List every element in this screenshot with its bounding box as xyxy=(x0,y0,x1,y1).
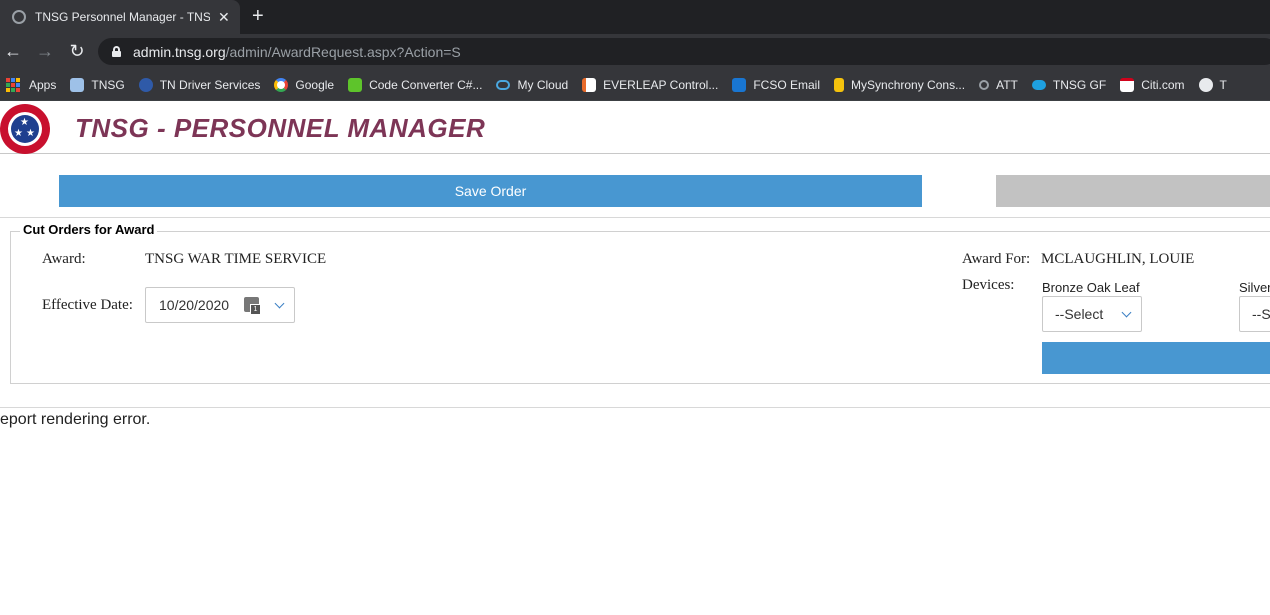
url-path: /admin/AwardRequest.aspx?Action=S xyxy=(225,43,461,60)
forward-arrow-icon[interactable]: → xyxy=(34,40,56,62)
tab-title: TNSG Personnel Manager - TNSG xyxy=(35,10,210,24)
bronze-oak-leaf-label: Bronze Oak Leaf xyxy=(1042,280,1140,295)
new-tab-plus-icon[interactable]: + xyxy=(252,5,264,27)
award-for-value: MCLAUGHLIN, LOUIE xyxy=(1041,251,1195,267)
page-icon xyxy=(70,77,85,92)
bookmark-label: FCSO Email xyxy=(753,77,821,92)
bookmark-label: Code Converter C#... xyxy=(369,77,483,92)
page-header: ★ ★ ★ TNSG - PERSONNEL MANAGER xyxy=(0,102,1270,154)
salesforce-icon xyxy=(1031,79,1046,90)
bookmark-label: Apps xyxy=(29,77,57,92)
bookmark-tnsg-gf[interactable]: TNSG GF xyxy=(1031,77,1107,92)
silver-label: Silver xyxy=(1239,280,1270,295)
reload-icon[interactable]: ↻ xyxy=(66,40,88,62)
bookmark-label: TNSG xyxy=(91,77,125,92)
bookmark-my-cloud[interactable]: My Cloud xyxy=(496,78,568,92)
bookmark-label: MySynchrony Cons... xyxy=(851,77,966,92)
outlook-icon xyxy=(732,77,747,92)
tab-favicon-globe-icon xyxy=(12,10,26,24)
bookmark-everleap[interactable]: EVERLEAP Control... xyxy=(582,77,719,92)
calendar-icon[interactable] xyxy=(244,297,261,315)
bronze-oak-leaf-select[interactable]: --Select xyxy=(1042,296,1142,332)
cloud-icon xyxy=(496,79,511,90)
bookmark-label: TN Driver Services xyxy=(159,77,261,92)
silver-select[interactable]: --S xyxy=(1239,296,1270,332)
citi-icon xyxy=(1120,77,1135,92)
bookmark-tnsg[interactable]: TNSG xyxy=(70,77,125,92)
divider xyxy=(0,217,1270,218)
effective-date-value: 10/20/2020 xyxy=(159,297,230,313)
bookmark-google[interactable]: Google xyxy=(274,77,335,92)
lock-icon[interactable] xyxy=(112,46,121,57)
select-value: --Select xyxy=(1055,306,1104,322)
report-error-message: eport rendering error. xyxy=(0,411,151,428)
fieldset-legend: Cut Orders for Award xyxy=(20,222,158,237)
bookmark-label: Citi.com xyxy=(1141,77,1185,92)
tn-seal-icon xyxy=(138,77,153,92)
bookmarks-bar: Apps TNSG TN Driver Services Google Code… xyxy=(0,69,1270,101)
bookmark-label: T xyxy=(1219,77,1227,92)
bookmark-apps[interactable]: Apps xyxy=(6,77,57,92)
chevron-down-icon[interactable] xyxy=(274,298,285,309)
award-for-label: Award For: xyxy=(962,251,1031,267)
award-label: Award: xyxy=(42,251,86,267)
effective-date-picker[interactable]: 10/20/2020 xyxy=(145,287,295,323)
select-value: --S xyxy=(1252,306,1270,322)
bookmark-label: Google xyxy=(295,77,335,92)
divider xyxy=(0,407,1270,408)
devices-label: Devices: xyxy=(962,277,1015,293)
app-title: TNSG - PERSONNEL MANAGER xyxy=(75,113,486,143)
apps-grid-icon xyxy=(6,77,20,92)
bookmark-fcso-email[interactable]: FCSO Email xyxy=(732,77,821,92)
bookmark-code-converter[interactable]: Code Converter C#... xyxy=(348,77,483,92)
bookmark-label: My Cloud xyxy=(517,77,569,92)
add-device-button[interactable] xyxy=(1042,342,1270,374)
tnsg-logo: ★ ★ ★ xyxy=(0,104,50,154)
browser-tab-bar: TNSG Personnel Manager - TNSG ✕ + xyxy=(0,0,1270,34)
address-bar[interactable]: admin.tnsg.org/admin/AwardRequest.aspx?A… xyxy=(98,38,1270,65)
award-value: TNSG WAR TIME SERVICE xyxy=(145,251,327,267)
synchrony-icon xyxy=(834,77,845,92)
bookmark-label: ATT xyxy=(996,77,1018,92)
bookmark-label: EVERLEAP Control... xyxy=(603,77,719,92)
browser-tab[interactable]: TNSG Personnel Manager - TNSG ✕ xyxy=(0,0,240,34)
browser-nav-bar: ← → ↻ admin.tnsg.org/admin/AwardRequest.… xyxy=(0,34,1270,69)
effective-date-label: Effective Date: xyxy=(42,297,133,313)
tab-close-icon[interactable]: ✕ xyxy=(218,9,230,26)
bookmark-label: TNSG GF xyxy=(1052,77,1107,92)
bookmark-att[interactable]: ATT xyxy=(979,78,1018,92)
everleap-icon xyxy=(582,77,597,92)
back-arrow-icon[interactable]: ← xyxy=(2,40,24,62)
bookmark-mysynchrony[interactable]: MySynchrony Cons... xyxy=(834,77,966,92)
bookmark-citi[interactable]: Citi.com xyxy=(1120,77,1185,92)
secondary-action-button[interactable] xyxy=(996,175,1270,207)
url-host: admin.tnsg.org xyxy=(133,43,226,60)
google-icon xyxy=(274,77,289,92)
chevron-down-icon[interactable] xyxy=(1121,307,1132,318)
code-converter-icon xyxy=(348,77,363,92)
save-order-button[interactable]: Save Order xyxy=(59,175,922,207)
bookmark-tn-driver-services[interactable]: TN Driver Services xyxy=(138,77,261,92)
bookmark-t[interactable]: T xyxy=(1198,77,1227,92)
key-icon xyxy=(979,79,990,90)
globe-icon xyxy=(1198,77,1213,92)
